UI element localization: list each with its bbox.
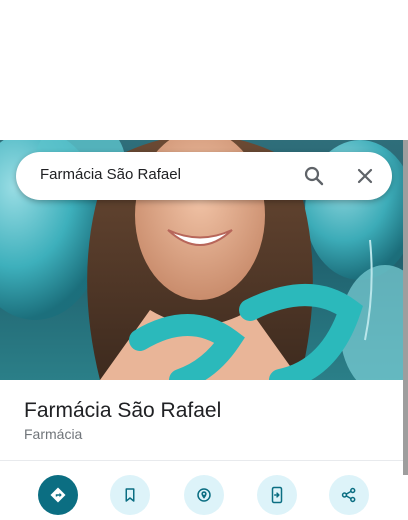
search-bar[interactable]: Farmácia São Rafael: [16, 152, 392, 200]
search-icon[interactable]: [302, 164, 326, 188]
scrollbar[interactable]: [403, 140, 408, 475]
place-title: Farmácia São Rafael: [24, 399, 222, 422]
directions-icon: [50, 487, 66, 503]
place-info: Farmácia São Rafael Farmácia: [0, 380, 403, 460]
directions-button[interactable]: [38, 475, 78, 515]
nearby-button[interactable]: [184, 475, 224, 515]
send-to-phone-button[interactable]: [257, 475, 297, 515]
place-category[interactable]: Farmácia: [24, 426, 82, 442]
share-icon: [341, 487, 356, 503]
share-button[interactable]: [329, 475, 369, 515]
search-input[interactable]: Farmácia São Rafael: [40, 166, 181, 183]
nearby-icon: [197, 488, 211, 502]
bookmark-icon: [125, 488, 135, 502]
save-button[interactable]: [110, 475, 150, 515]
close-icon[interactable]: [353, 164, 377, 188]
place-panel: Farmácia São Rafael Farmácia São Rafael …: [0, 0, 408, 520]
action-row: [0, 461, 403, 520]
send-to-phone-icon: [271, 486, 283, 504]
